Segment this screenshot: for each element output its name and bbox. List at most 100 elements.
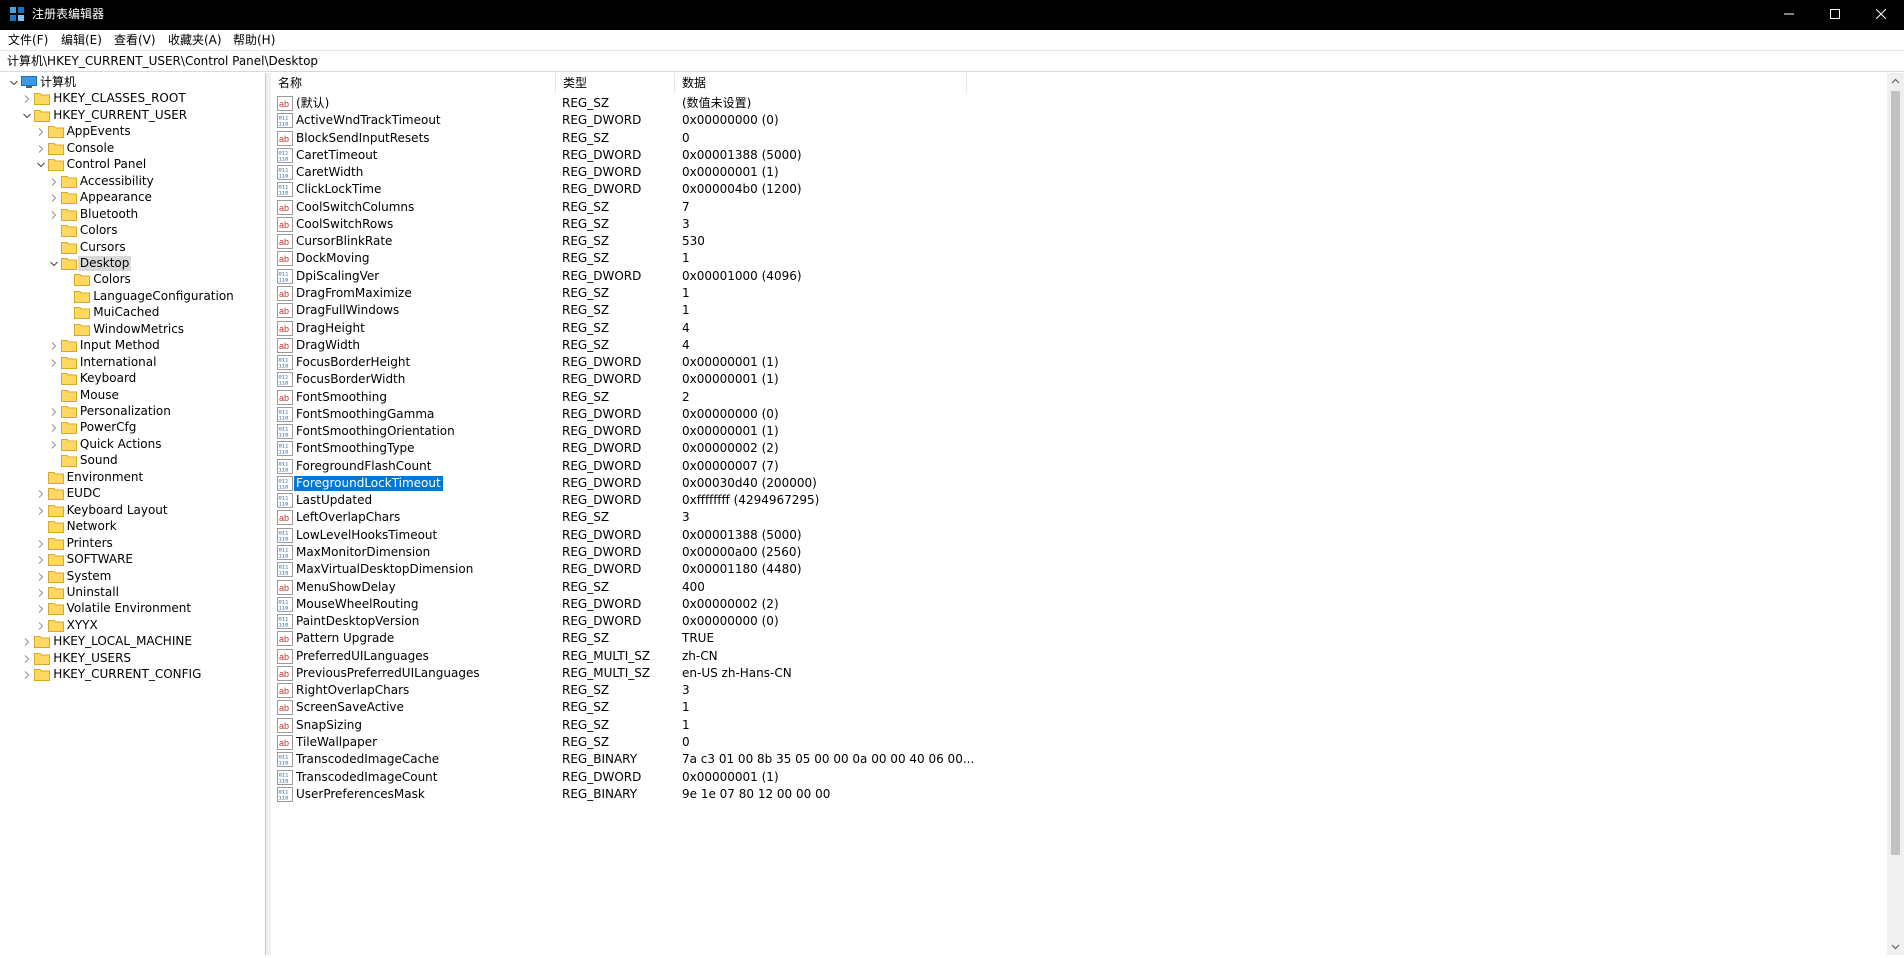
column-header-data[interactable]: 数据 xyxy=(675,73,967,93)
chevron-right-icon[interactable] xyxy=(36,621,46,631)
value-name: UserPreferencesMask xyxy=(296,786,425,801)
value-name: CursorBlinkRate xyxy=(296,234,393,249)
value-name: FontSmoothingGamma xyxy=(296,406,435,421)
minimize-button[interactable] xyxy=(1766,0,1812,30)
binary-value-icon: 011110 xyxy=(277,562,293,578)
chevron-right-icon[interactable] xyxy=(36,489,46,499)
chevron-right-icon[interactable] xyxy=(22,670,32,680)
value-type: REG_DWORD xyxy=(562,562,642,577)
value-data: 0xffffffff (4294967295) xyxy=(682,493,820,508)
column-header-type[interactable]: 类型 xyxy=(556,73,675,93)
value-list-pane[interactable]: 名称 类型 数据 ab (默认) REG_SZ (数值未设置) 011 110 Active… xyxy=(271,73,1887,955)
address-bar[interactable]: 计算机\HKEY_CURRENT_USER\Control Panel\Desk… xyxy=(0,50,1904,72)
menu-file[interactable]: 文件(F) xyxy=(8,33,48,47)
value-type: REG_SZ xyxy=(562,96,610,110)
chevron-right-icon[interactable] xyxy=(49,210,59,220)
value-name: LeftOverlapChars xyxy=(296,510,401,525)
tree-item-label: EUDC xyxy=(66,486,101,501)
chevron-right-icon[interactable] xyxy=(36,572,46,582)
folder-icon xyxy=(47,570,64,583)
value-type: REG_DWORD xyxy=(562,424,642,439)
table-row[interactable]: 011 110 UserPreferencesMask REG_BINARY 9e 1e… xyxy=(271,784,1887,805)
column-header-name[interactable]: 名称 xyxy=(271,73,556,93)
binary-value-icon: 011110 xyxy=(277,268,293,284)
chevron-down-icon[interactable] xyxy=(36,160,46,170)
value-name: CaretWidth xyxy=(296,165,364,180)
key-tree-pane[interactable]: 计算机 HKEY_CLASSES_ROOT HKEY_CURRENT_USER App… xyxy=(2,73,266,955)
folder-icon xyxy=(60,208,77,221)
chevron-right-icon[interactable] xyxy=(22,94,32,104)
tree-item-label: Network xyxy=(66,519,117,534)
chevron-right-icon[interactable] xyxy=(49,341,59,351)
value-data: 0x00000000 (0) xyxy=(682,406,779,421)
chevron-right-icon[interactable] xyxy=(49,193,59,203)
address-path[interactable]: 计算机\HKEY_CURRENT_USER\Control Panel\Desk… xyxy=(7,54,318,68)
chevron-right-icon[interactable] xyxy=(36,539,46,549)
string-value-icon: ab xyxy=(277,579,293,595)
chevron-right-icon[interactable] xyxy=(36,604,46,614)
chevron-down-icon[interactable] xyxy=(22,111,32,121)
menu-help[interactable]: 帮助(H) xyxy=(233,33,275,47)
value-data: 7 xyxy=(682,199,690,214)
chevron-down-icon[interactable] xyxy=(9,78,19,88)
tree-item-label: Volatile Environment xyxy=(66,601,192,616)
chevron-right-icon[interactable] xyxy=(36,506,46,516)
folder-icon xyxy=(60,257,77,270)
string-value-icon: ab xyxy=(277,717,293,733)
chevron-right-icon[interactable] xyxy=(36,127,46,137)
tree-item-label: System xyxy=(66,568,112,583)
tree-item-label: Input Method xyxy=(79,338,160,353)
folder-icon xyxy=(60,422,77,435)
value-type: REG_MULTI_SZ xyxy=(562,648,651,663)
close-icon xyxy=(1876,9,1886,19)
value-data: 0x00000001 (1) xyxy=(682,424,779,439)
chevron-down-icon[interactable] xyxy=(49,259,59,269)
chevron-right-icon[interactable] xyxy=(22,637,32,647)
value-data: 0x00000001 (1) xyxy=(682,372,779,387)
value-name: PreviousPreferredUILanguages xyxy=(296,665,480,680)
value-data: 0x00000001 (1) xyxy=(682,165,779,180)
tree-item[interactable]: HKEY_CURRENT_CONFIG xyxy=(2,665,265,685)
menu-view[interactable]: 查看(V) xyxy=(114,33,156,47)
value-name: FocusBorderWidth xyxy=(296,372,406,387)
scroll-thumb[interactable] xyxy=(1891,91,1900,855)
value-name: MaxMonitorDimension xyxy=(296,545,431,560)
chevron-right-icon[interactable] xyxy=(49,407,59,417)
menu-edit[interactable]: 编辑(E) xyxy=(61,33,102,47)
chevron-right-icon[interactable] xyxy=(36,144,46,154)
value-name: SnapSizing xyxy=(296,717,362,732)
value-data: 4 xyxy=(682,337,690,352)
chevron-right-icon[interactable] xyxy=(36,588,46,598)
value-data: 530 xyxy=(682,234,705,249)
value-data: 0x00001180 (4480) xyxy=(682,562,802,577)
chevron-right-icon[interactable] xyxy=(36,555,46,565)
tree-item-label: WindowMetrics xyxy=(93,321,185,336)
tree-item-label: Appearance xyxy=(79,190,152,205)
close-button[interactable] xyxy=(1858,0,1904,30)
chevron-right-icon[interactable] xyxy=(49,440,59,450)
folder-icon xyxy=(60,175,77,188)
svg-text:ab: ab xyxy=(279,306,289,316)
scroll-down-button[interactable] xyxy=(1887,938,1904,955)
binary-value-icon: 011110 xyxy=(277,596,293,612)
scroll-up-button[interactable] xyxy=(1887,73,1904,90)
svg-text:ab: ab xyxy=(279,220,289,230)
folder-icon xyxy=(47,159,64,172)
maximize-button[interactable] xyxy=(1812,0,1858,30)
svg-text:ab: ab xyxy=(279,634,289,644)
value-name: TranscodedImageCount xyxy=(296,769,438,784)
chevron-right-icon[interactable] xyxy=(49,423,59,433)
vertical-scrollbar[interactable] xyxy=(1887,73,1904,955)
menu-favorites[interactable]: 收藏夹(A) xyxy=(168,33,222,47)
string-value-icon: ab xyxy=(277,683,293,699)
value-type: REG_SZ xyxy=(562,199,610,214)
chevron-right-icon[interactable] xyxy=(49,177,59,187)
chevron-right-icon[interactable] xyxy=(22,654,32,664)
window-title: 注册表编辑器 xyxy=(32,7,105,21)
folder-icon xyxy=(47,537,64,550)
value-type: REG_DWORD xyxy=(562,527,642,542)
string-value-icon: ab xyxy=(277,337,293,353)
value-name: PreferredUILanguages xyxy=(296,648,429,663)
chevron-right-icon[interactable] xyxy=(49,358,59,368)
value-type: REG_SZ xyxy=(562,510,610,525)
